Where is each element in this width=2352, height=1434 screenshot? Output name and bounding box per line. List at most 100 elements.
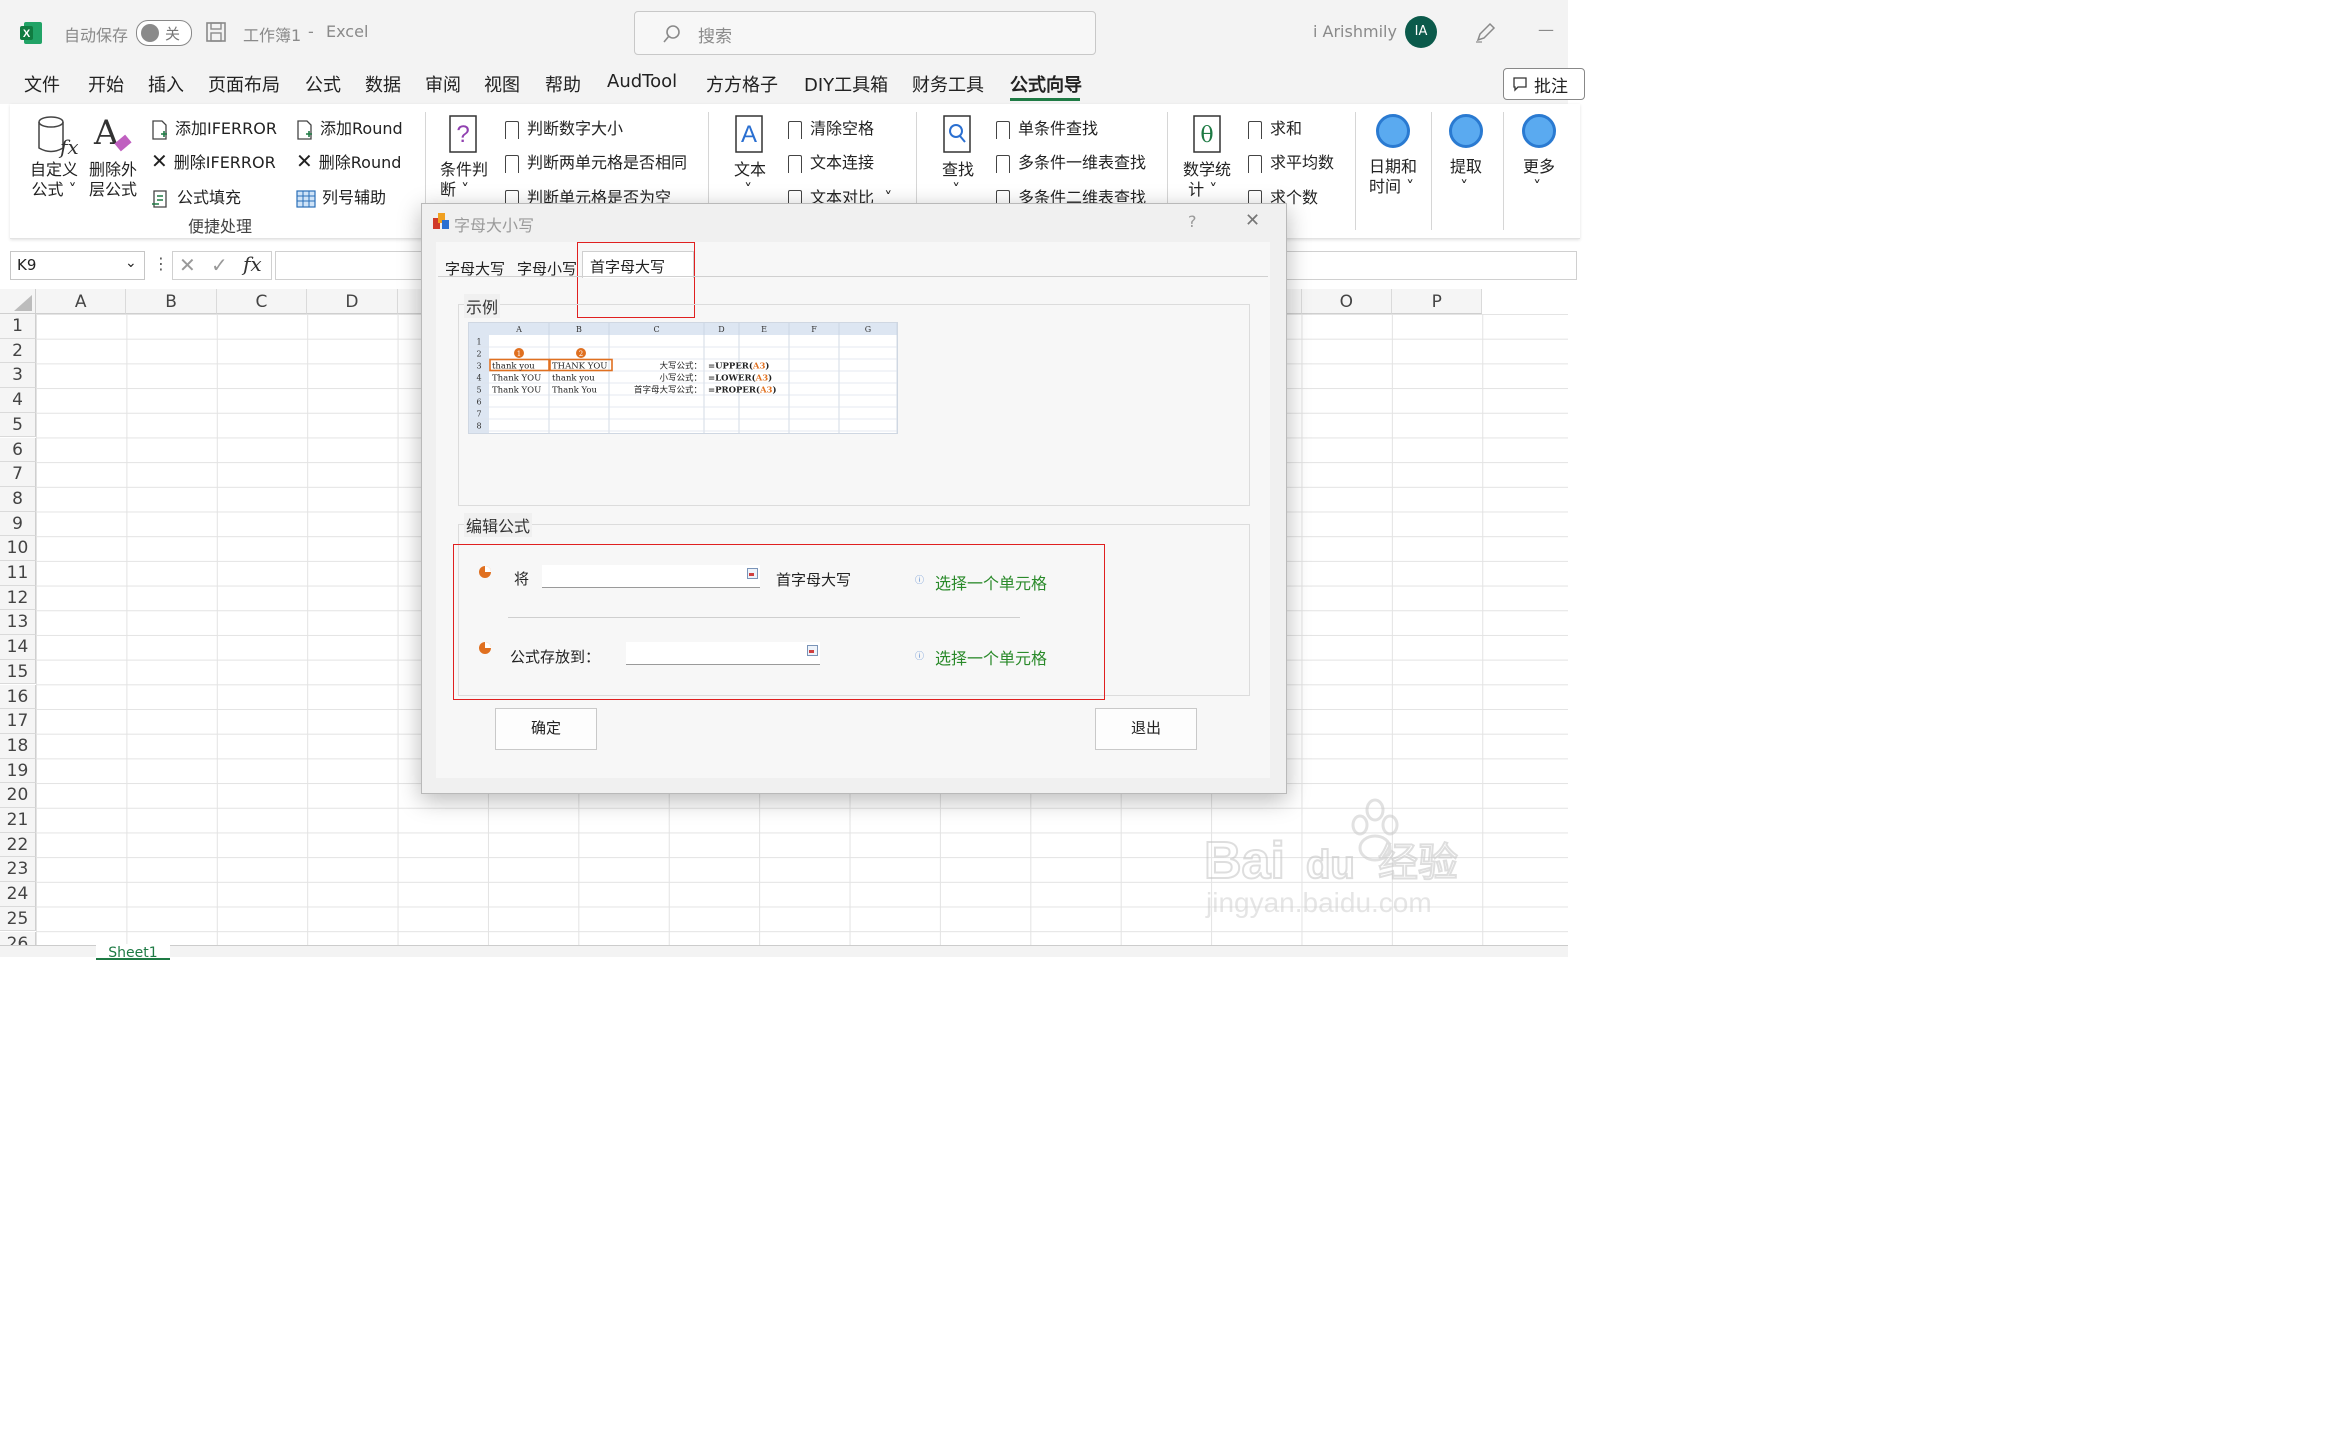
menu-data[interactable]: 数据: [365, 71, 401, 97]
user-name[interactable]: i Arishmily: [1313, 22, 1397, 41]
menu-insert[interactable]: 插入: [148, 71, 184, 97]
row-header[interactable]: 23: [0, 857, 36, 883]
row-header[interactable]: 9: [0, 511, 36, 537]
row-header[interactable]: 19: [0, 758, 36, 784]
range-picker-icon[interactable]: [747, 568, 758, 579]
select-cell-link-2[interactable]: 选择一个单元格: [935, 645, 1047, 669]
comment-label: 批注: [1534, 77, 1568, 97]
row-header[interactable]: 7: [0, 462, 36, 487]
average-button[interactable]: 求平均数: [1248, 149, 1334, 173]
lookup-button[interactable]: 查找 ˅: [942, 160, 974, 200]
menu-formulas[interactable]: 公式: [305, 71, 341, 97]
row-header[interactable]: 25: [0, 906, 36, 932]
multi-1d-lookup-button[interactable]: 多条件一维表查找: [996, 149, 1146, 173]
row-header[interactable]: 18: [0, 733, 36, 759]
row-header[interactable]: 6: [0, 437, 36, 463]
chevron-down-icon[interactable]: ⌄: [125, 255, 137, 271]
row-header[interactable]: 5: [0, 412, 36, 438]
column-header[interactable]: A: [36, 289, 127, 314]
menu-home[interactable]: 开始: [88, 71, 124, 97]
row-header[interactable]: 14: [0, 635, 36, 660]
help-button[interactable]: ?: [1188, 212, 1197, 231]
save-icon[interactable]: [205, 21, 227, 43]
row-header[interactable]: 4: [0, 388, 36, 413]
cancel-icon[interactable]: ✕: [179, 253, 196, 277]
pen-icon[interactable]: [1474, 20, 1496, 44]
menu-audtool[interactable]: AudTool: [607, 71, 677, 92]
insert-function-icon[interactable]: fx: [243, 252, 262, 276]
row-header[interactable]: 3: [0, 363, 36, 389]
more-button[interactable]: 更多 ˅: [1523, 157, 1555, 197]
menu-file[interactable]: 文件: [24, 71, 60, 97]
menu-finance-tools[interactable]: 财务工具: [912, 71, 984, 97]
col-assist-label: 列号辅助: [322, 188, 387, 207]
remove-round-button[interactable]: ✕ 删除Round: [296, 149, 401, 173]
column-header[interactable]: D: [307, 289, 398, 314]
menu-fangfang[interactable]: 方方格子: [706, 71, 778, 97]
more-options-icon[interactable]: ⋮: [153, 254, 169, 273]
add-document-icon: [152, 119, 167, 140]
menu-formula-wizard[interactable]: 公式向导: [1010, 71, 1082, 97]
ok-button[interactable]: 确定: [495, 708, 597, 750]
row-header[interactable]: 1: [0, 314, 36, 339]
clear-spaces-button[interactable]: 清除空格: [788, 115, 874, 139]
row-header[interactable]: 10: [0, 536, 36, 561]
add-round-button[interactable]: 添加Round: [296, 115, 403, 140]
check-icon[interactable]: ✓: [211, 253, 228, 277]
formula-fill-button[interactable]: 公式填充: [151, 184, 241, 209]
judge-two-cells-button[interactable]: 判断两单元格是否相同: [505, 149, 687, 173]
row-header[interactable]: 20: [0, 783, 36, 808]
row-header[interactable]: 24: [0, 882, 36, 907]
row-header[interactable]: 15: [0, 659, 36, 685]
add-iferror-button[interactable]: 添加IFERROR: [151, 115, 277, 140]
judge-two-cells-label: 判断两单元格是否相同: [527, 153, 688, 172]
autosave-toggle[interactable]: 关: [136, 20, 192, 46]
select-all-corner[interactable]: [0, 289, 36, 314]
date-time-button[interactable]: 日期和 时间 ˅: [1369, 157, 1417, 197]
remove-outer-formula-button[interactable]: 删除外 层公式: [89, 160, 137, 200]
minimize-button[interactable]: —: [1538, 20, 1554, 39]
sum-button[interactable]: 求和: [1248, 115, 1302, 139]
row-header[interactable]: 13: [0, 610, 36, 636]
row-header[interactable]: 21: [0, 808, 36, 833]
col-assist-button[interactable]: 列号辅助: [296, 184, 386, 208]
close-button[interactable]: ✕: [1245, 210, 1260, 231]
remove-iferror-button[interactable]: ✕ 删除IFERROR: [151, 149, 276, 173]
menu-diy-toolbox[interactable]: DIY工具箱: [804, 71, 888, 97]
exit-button[interactable]: 退出: [1095, 708, 1197, 750]
range-picker-icon[interactable]: [807, 645, 818, 656]
menu-page-layout[interactable]: 页面布局: [208, 71, 280, 97]
column-header[interactable]: O: [1301, 289, 1392, 314]
column-header[interactable]: P: [1392, 289, 1483, 314]
condition-judge-button[interactable]: 条件判 断 ˅: [440, 160, 488, 200]
sheet-tab[interactable]: Sheet1: [96, 944, 170, 960]
row-header[interactable]: 16: [0, 684, 36, 710]
column-header[interactable]: C: [216, 289, 308, 314]
text-button[interactable]: 文本 ˅: [734, 160, 766, 200]
select-cell-link-1[interactable]: 选择一个单元格: [935, 570, 1047, 594]
avatar[interactable]: IA: [1405, 16, 1437, 48]
menu-review[interactable]: 审阅: [425, 71, 461, 97]
column-header[interactable]: B: [126, 289, 217, 314]
custom-formula-button[interactable]: 自定义 公式 ˅: [30, 160, 78, 200]
judge-number-size-button[interactable]: 判断数字大小: [505, 115, 623, 139]
math-stats-button[interactable]: 数学统 计 ˅: [1183, 160, 1231, 200]
row-header[interactable]: 2: [0, 338, 36, 364]
name-box[interactable]: K9 ⌄: [10, 251, 145, 280]
row-header[interactable]: 22: [0, 832, 36, 858]
source-cell-input[interactable]: [542, 565, 760, 588]
text-concat-button[interactable]: 文本连接: [788, 149, 874, 173]
menu-view[interactable]: 视图: [484, 71, 520, 97]
comment-button[interactable]: 批注: [1503, 68, 1585, 100]
menu-help[interactable]: 帮助: [545, 71, 581, 97]
row-header[interactable]: 12: [0, 585, 36, 611]
search-input[interactable]: 搜索: [634, 11, 1096, 55]
target-cell-input[interactable]: [626, 642, 820, 665]
svg-text:X: X: [23, 28, 31, 40]
row-header[interactable]: 11: [0, 561, 36, 586]
row-header[interactable]: 8: [0, 486, 36, 512]
row-header[interactable]: 17: [0, 709, 36, 734]
extract-button[interactable]: 提取 ˅: [1450, 157, 1482, 197]
add-round-label: 添加Round: [320, 119, 403, 138]
single-lookup-button[interactable]: 单条件查找: [996, 115, 1098, 139]
